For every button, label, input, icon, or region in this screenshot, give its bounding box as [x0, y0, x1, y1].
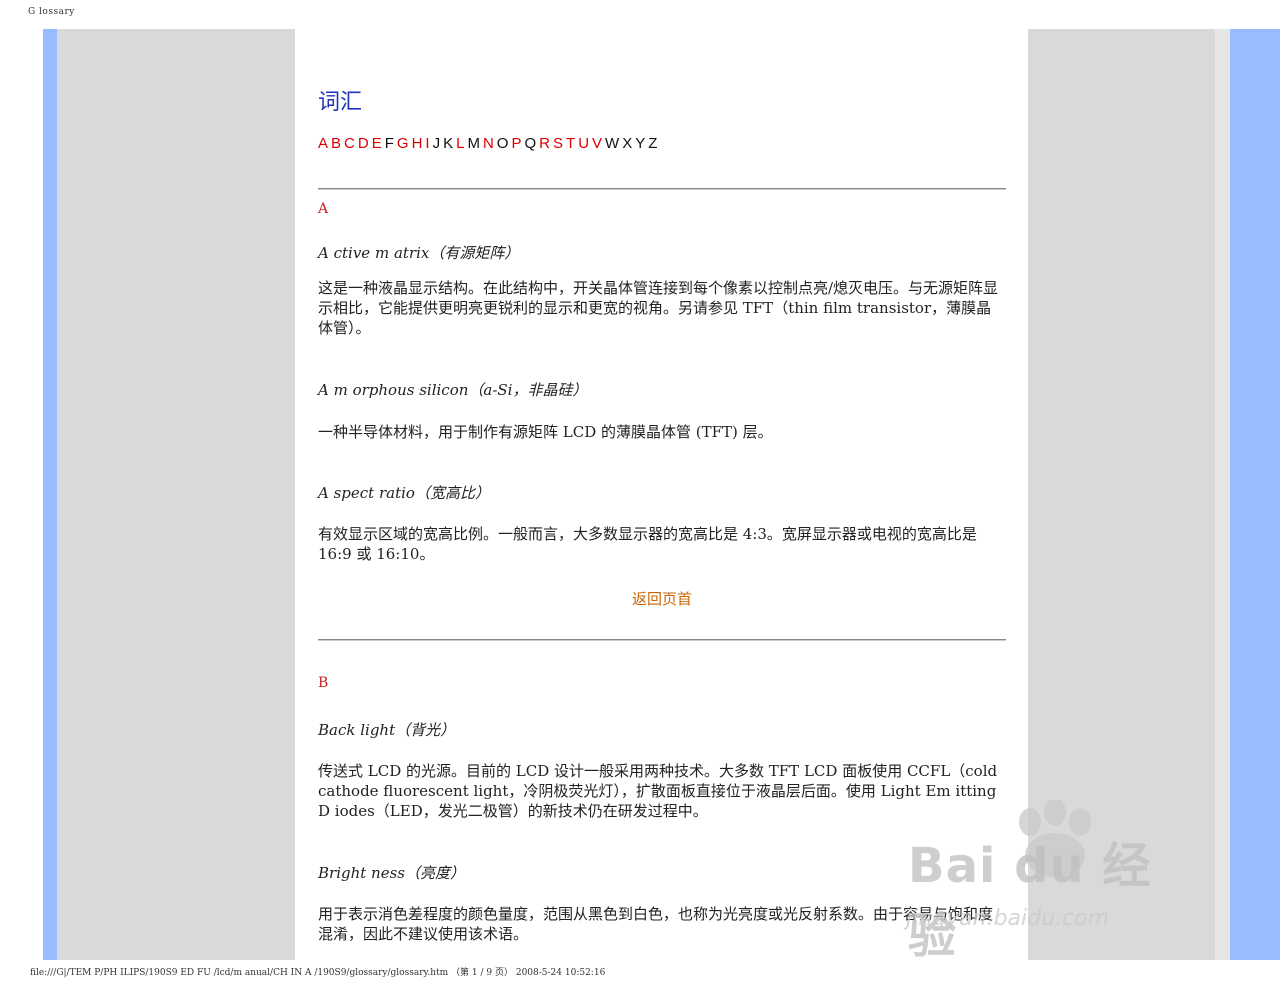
- alphabet-letter-f: F: [384, 135, 394, 152]
- alphabet-letter-k: K: [443, 135, 454, 152]
- alphabet-letter-u[interactable]: U: [578, 135, 589, 152]
- divider: [318, 639, 1006, 641]
- alphabet-letter-j: J: [432, 135, 441, 152]
- section-anchor-a: A: [318, 201, 329, 217]
- divider: [318, 188, 1006, 190]
- left-gray-column: [57, 29, 295, 960]
- alphabet-letter-y: Y: [635, 135, 646, 152]
- section-anchor-b: B: [318, 675, 329, 691]
- alphabet-letter-e[interactable]: E: [372, 135, 382, 152]
- right-blue-bar: [1230, 29, 1280, 960]
- desc-active-matrix: 这是一种液晶显示结构。在此结构中，开关晶体管连接到每个像素以控制点亮/熄灭电压。…: [318, 279, 999, 337]
- alphabet-letter-d[interactable]: D: [358, 135, 369, 152]
- right-gray-strip: [1215, 29, 1230, 960]
- left-blue-bar: [43, 29, 57, 960]
- page-title: 词汇: [318, 90, 363, 115]
- alphabet-letter-t[interactable]: T: [566, 135, 575, 152]
- term-amorphous-silicon: A m orphous silicon（a-Si，非晶硅）: [318, 381, 588, 399]
- alphabet-letter-i[interactable]: I: [425, 135, 429, 152]
- alphabet-letter-c[interactable]: C: [344, 135, 355, 152]
- print-header: G lossary: [28, 7, 75, 17]
- term-backlight: Back light（背光）: [318, 721, 456, 739]
- alphabet-letter-v[interactable]: V: [592, 135, 602, 152]
- term-active-matrix: A ctive m atrix（有源矩阵）: [318, 244, 520, 262]
- desc-amorphous-silicon: 一种半导体材料，用于制作有源矩阵 LCD 的薄膜晶体管 (TFT) 层。: [318, 423, 773, 441]
- desc-aspect-ratio: 有效显示区域的宽高比例。一般而言，大多数显示器的宽高比是 4:3。宽屏显示器或电…: [318, 525, 977, 563]
- alphabet-letter-z: Z: [648, 135, 658, 152]
- term-brightness: Bright ness（亮度）: [318, 864, 465, 882]
- alphabet-letter-p[interactable]: P: [511, 135, 521, 152]
- alphabet-letter-x: X: [622, 135, 633, 152]
- main-content: 词汇 ABCDEFGHIJKLMNOPQRSTUVWXYZ A A ctive …: [318, 29, 1006, 960]
- alphabet-letter-m: M: [467, 135, 480, 152]
- right-gray-column: [1028, 29, 1215, 960]
- alphabet-letter-b[interactable]: B: [331, 135, 341, 152]
- alphabet-letter-o: O: [496, 135, 509, 152]
- alphabet-letter-g[interactable]: G: [397, 135, 409, 152]
- alphabet-letter-r[interactable]: R: [539, 135, 550, 152]
- term-aspect-ratio: A spect ratio（宽高比）: [318, 484, 490, 502]
- alphabet-letter-h[interactable]: H: [412, 135, 423, 152]
- alphabet-letter-q: Q: [524, 135, 537, 152]
- alphabet-index: ABCDEFGHIJKLMNOPQRSTUVWXYZ: [318, 135, 660, 152]
- alphabet-letter-n[interactable]: N: [483, 135, 494, 152]
- page-frame: 词汇 ABCDEFGHIJKLMNOPQRSTUVWXYZ A A ctive …: [43, 29, 1280, 960]
- alphabet-letter-a[interactable]: A: [318, 135, 328, 152]
- alphabet-letter-w: W: [605, 135, 620, 152]
- desc-backlight: 传送式 LCD 的光源。目前的 LCD 设计一般采用两种技术。大多数 TFT L…: [318, 762, 998, 820]
- back-to-top-link[interactable]: 返回页首: [318, 588, 1006, 609]
- alphabet-letter-s[interactable]: S: [553, 135, 563, 152]
- alphabet-letter-l[interactable]: L: [456, 135, 464, 152]
- desc-brightness: 用于表示消色差程度的颜色量度，范围从黑色到白色，也称为光亮度或光反射系数。由于容…: [318, 905, 994, 943]
- print-footer: file:///G|/TEM P/PH ILIPS/190S9 ED FU /l…: [30, 968, 606, 978]
